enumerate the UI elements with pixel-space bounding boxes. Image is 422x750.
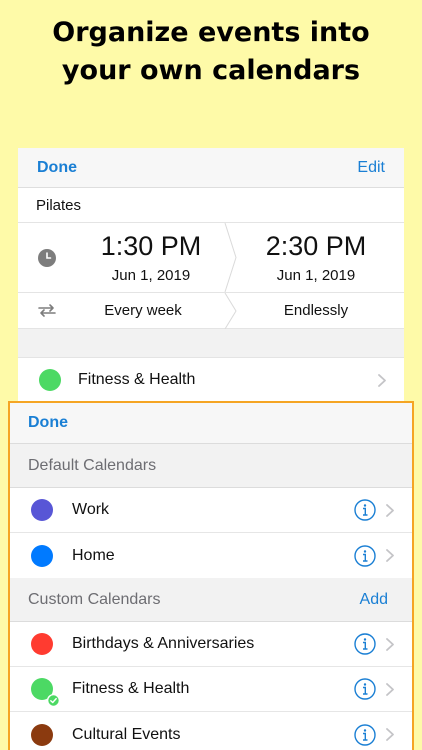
info-icon[interactable] <box>354 723 376 746</box>
info-icon[interactable] <box>354 633 376 655</box>
chevron-right-icon <box>386 728 394 741</box>
chevron-right-icon <box>378 373 386 387</box>
start-time: 1:30 PM <box>100 231 202 261</box>
clock-icon <box>38 249 56 267</box>
default-calendars-header: Default Calendars <box>10 444 412 488</box>
add-calendar-button[interactable]: Add <box>360 591 388 609</box>
headline: Organize events into your own calendars <box>0 14 422 90</box>
chevron-right-icon <box>386 682 394 696</box>
calendar-item-label: Birthdays & Anniversaries <box>72 635 255 652</box>
event-title: Pilates <box>36 196 82 214</box>
calendar-item-label: Fitness & Health <box>72 680 190 697</box>
event-title-row[interactable]: Pilates <box>18 188 404 223</box>
calendar-item-cultural[interactable]: Cultural Events <box>10 712 412 750</box>
chevron-right-icon <box>386 549 394 562</box>
event-edit-button[interactable]: Edit <box>357 159 385 177</box>
calendar-color-dot <box>31 633 53 655</box>
section-gap <box>18 329 404 358</box>
default-calendars-title: Default Calendars <box>28 456 157 474</box>
calendar-color-dot <box>31 499 53 521</box>
repeat-end: Endlessly <box>283 302 349 319</box>
info-icon[interactable] <box>354 499 376 521</box>
headline-line-1: Organize events into <box>52 17 370 48</box>
info-icon[interactable] <box>354 544 376 567</box>
time-separator-chevron <box>224 223 237 292</box>
info-icon[interactable] <box>354 678 376 700</box>
repeat-icon <box>38 304 56 317</box>
custom-calendars-title: Custom Calendars <box>28 590 161 608</box>
event-nav-bar: Done Edit <box>18 148 404 188</box>
calendar-item-work[interactable]: Work <box>10 488 412 533</box>
calendar-item-label: Work <box>72 501 110 518</box>
end-time: 2:30 PM <box>265 231 367 261</box>
event-calendar-row[interactable]: Fitness & Health <box>18 358 404 402</box>
calendar-color-dot <box>31 723 53 746</box>
chevron-right-icon <box>386 637 394 651</box>
calendar-item-label: Cultural Events <box>72 725 181 743</box>
event-calendar-name: Fitness & Health <box>78 371 196 388</box>
selected-check-icon <box>47 694 60 707</box>
event-done-button[interactable]: Done <box>37 159 77 177</box>
calendar-color-dot <box>31 544 53 567</box>
custom-calendars-header: Custom Calendars Add <box>10 578 412 622</box>
calendar-item-fitness[interactable]: Fitness & Health <box>10 667 412 712</box>
repeat-frequency: Every week <box>104 302 182 319</box>
picker-done-button[interactable]: Done <box>28 414 68 432</box>
end-date: Jun 1, 2019 <box>276 267 356 284</box>
calendar-picker-sheet: Done Default Calendars Work Home Custom … <box>8 401 414 750</box>
calendar-item-label: Home <box>72 546 115 564</box>
headline-line-2: your own calendars <box>61 55 361 86</box>
custom-calendars-list: Birthdays & Anniversaries Fitness & Heal… <box>10 622 412 750</box>
start-date: Jun 1, 2019 <box>111 267 191 284</box>
chevron-right-icon <box>386 503 394 517</box>
event-time-row[interactable]: 1:30 PM Jun 1, 2019 2:30 PM Jun 1, 2019 <box>18 223 404 293</box>
calendar-color-dot <box>39 369 61 391</box>
event-repeat-row[interactable]: Every week Endlessly <box>18 293 404 329</box>
calendar-item-home[interactable]: Home <box>10 533 412 578</box>
end-time-block[interactable]: 2:30 PM Jun 1, 2019 <box>240 229 392 287</box>
default-calendars-list: Work Home <box>10 488 412 578</box>
picker-nav-bar: Done <box>10 403 412 444</box>
calendar-item-birthdays[interactable]: Birthdays & Anniversaries <box>10 622 412 667</box>
start-time-block[interactable]: 1:30 PM Jun 1, 2019 <box>76 229 226 287</box>
